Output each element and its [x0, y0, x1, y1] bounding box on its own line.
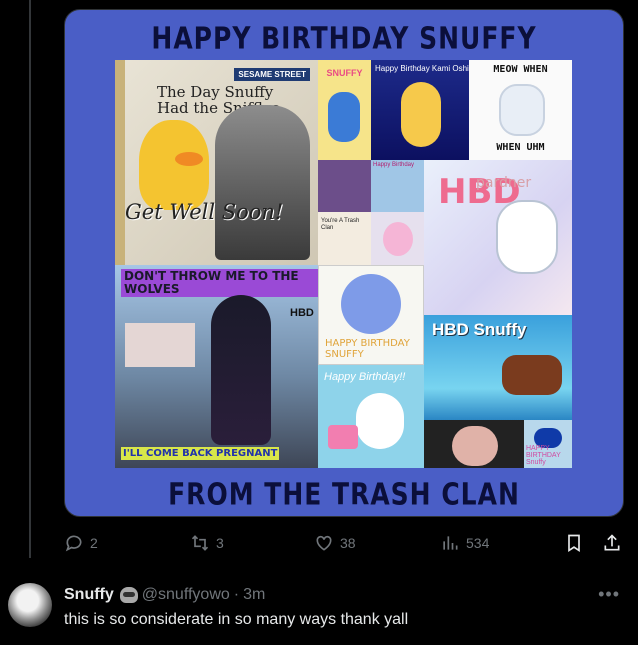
collage-tile-moomin: Happy Birthday!! [318, 365, 424, 468]
repost-icon [191, 535, 209, 551]
horse-figure [502, 355, 562, 395]
blue-cat-face [341, 274, 401, 334]
horse-text: HBD Snuffy [432, 320, 527, 339]
post-action-bar: 2 3 38 534 [64, 528, 628, 558]
bookmark-button[interactable] [564, 528, 584, 558]
more-options-button[interactable]: ••• [598, 584, 620, 605]
collage-tile-sumo: Happy Birthday Kami Oshi [371, 60, 469, 160]
cowboy-cat-figure [496, 200, 558, 274]
collage-tile-hbd-pardner: HBD pardner [424, 160, 572, 315]
reply-timestamp[interactable]: 3m [243, 586, 265, 604]
mid-card-note-label: You're A Trash Clan [321, 218, 360, 231]
like-icon [316, 535, 332, 551]
moomin-figure [356, 393, 404, 449]
birthday-cake [328, 425, 358, 449]
birthday-collage: SESAME STREET The Day Snuffy Had the Sni… [115, 60, 572, 468]
mid-card-birthday-label: Happy Birthday [373, 162, 415, 168]
collage-tile-snuffy-dog: SNUFFY [318, 60, 371, 160]
big-bird-beak [175, 152, 203, 166]
big-bird-figure [139, 120, 209, 210]
reply-icon [65, 535, 82, 552]
collage-tile-logo: HAPPY BIRTHDAY Snuffy [524, 420, 572, 468]
sesame-street-label: SESAME STREET [234, 68, 310, 81]
reply-avatar[interactable] [8, 583, 52, 627]
banner-bottom-text: FROM THE TRASH CLAN [168, 477, 520, 512]
collage-tile-wolves: DON'T THROW ME TO THE WOLVES HBD I'LL CO… [115, 265, 318, 468]
like-count: 38 [340, 535, 356, 551]
get-well-soon-overlay: Get Well Soon! [125, 200, 284, 224]
meow-top-caption: MEOW WHEN [493, 64, 548, 75]
meow-bottom-caption: WHEN UHM [496, 142, 545, 153]
collage-tile-meow-when: MEOW WHEN WHEN UHM [469, 60, 572, 160]
wolves-caption-top: DON'T THROW ME TO THE WOLVES [121, 269, 318, 297]
small-logo-text: HAPPY BIRTHDAY Snuffy [526, 445, 561, 466]
anime-character-figure [215, 105, 310, 260]
repost-count: 3 [216, 535, 224, 551]
collage-tile-horse: HBD Snuffy [424, 315, 572, 420]
reply-count: 2 [90, 535, 98, 551]
post-media-image[interactable]: HAPPY BIRTHDAY SNUFFY SESAME STREET The … [64, 9, 624, 517]
collage-tile-sniffles-book: SESAME STREET The Day Snuffy Had the Sni… [115, 60, 318, 265]
pardner-vertical-text: pardner [476, 175, 532, 191]
reply-text: this is so considerate in so many ways t… [64, 611, 409, 628]
raccoon-emoji-icon [119, 587, 138, 603]
collage-tile-anime-sleep [318, 160, 371, 212]
sumo-card-label: Happy Birthday Kami Oshi [375, 64, 469, 73]
hbd-vertical-text: HBD [438, 172, 521, 212]
pink-blob-figure [383, 222, 413, 256]
bookmark-icon [568, 534, 580, 553]
collage-tile-trash-clan-note: You're A Trash Clan [318, 212, 371, 265]
house-figure [125, 323, 195, 367]
views-icon [443, 536, 458, 550]
views-button[interactable]: 534 [440, 528, 489, 558]
reply-separator: · [233, 586, 240, 603]
snuffy-card-label: SNUFFY [326, 68, 363, 78]
like-button[interactable]: 38 [314, 528, 356, 558]
book-spine [115, 60, 125, 265]
dark-figure [211, 295, 271, 445]
sumo-figure [401, 82, 441, 147]
blue-dog-figure [328, 92, 360, 142]
cartoon-body-figure [452, 426, 498, 466]
wolves-caption-bottom: I'LL COME BACK PREGNANT [121, 447, 280, 460]
reply-handle[interactable]: @snuffyowo [142, 586, 230, 604]
views-count: 534 [466, 535, 490, 551]
collage-tile-cat-card: HAPPY BIRTHDAY SNUFFY [318, 265, 424, 365]
moomin-text: Happy Birthday!! [324, 371, 406, 383]
robot-cat-figure [499, 84, 545, 136]
repost-button[interactable]: 3 [190, 528, 224, 558]
more-icon: ••• [598, 584, 620, 604]
wolves-hbd-label: HBD [290, 307, 314, 319]
reply-display-name[interactable]: Snuffy [64, 586, 114, 604]
thread-connector-line [29, 0, 31, 558]
share-icon [604, 534, 620, 551]
reply-button[interactable]: 2 [64, 528, 98, 558]
catcard-text: HAPPY BIRTHDAY SNUFFY [325, 338, 410, 360]
banner-top-text: HAPPY BIRTHDAY SNUFFY [151, 21, 537, 56]
collage-tile-cartoon-body [424, 420, 524, 468]
collage-tile-birthday-small: Happy Birthday [371, 160, 424, 212]
reply-header: Snuffy @snuffyowo · 3m [64, 586, 265, 604]
collage-tile-pink-blob [371, 212, 424, 265]
share-button[interactable] [602, 528, 622, 558]
